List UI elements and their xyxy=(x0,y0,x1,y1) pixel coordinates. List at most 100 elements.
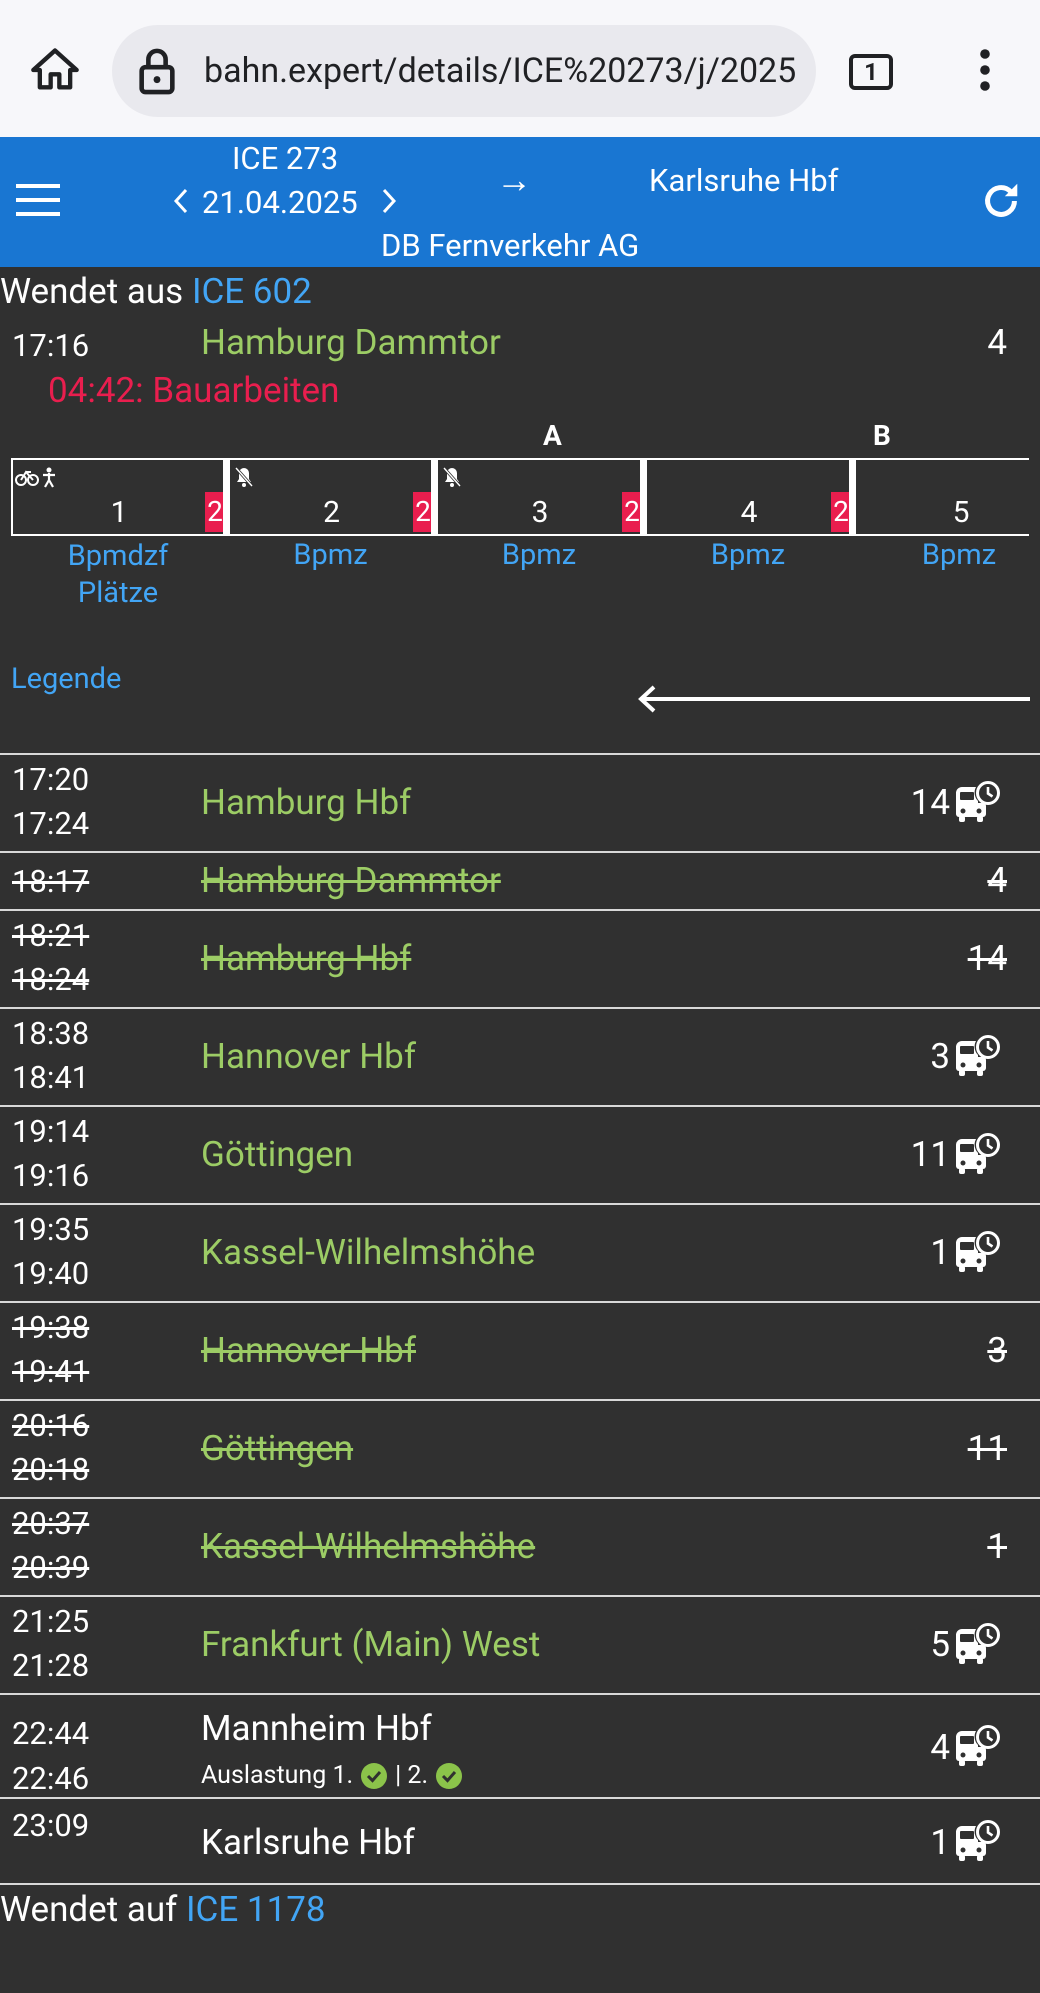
stop-row-karlsruhe[interactable]: 23:09 Karlsruhe Hbf 1 xyxy=(0,1797,1040,1885)
menu-icon[interactable] xyxy=(16,182,62,222)
departure-time: 19:41 xyxy=(12,1353,90,1390)
turn-from-line: Wendet aus ICE 602 xyxy=(0,271,312,312)
stop-row[interactable]: 19:14 19:16 Göttingen 11 xyxy=(0,1105,1040,1203)
bus-schedule-icon[interactable] xyxy=(952,1621,1000,1669)
stop-track: 14 xyxy=(967,938,1007,979)
wagon-1-type[interactable]: Bpmdzf Plätze xyxy=(11,538,225,612)
arrival-time: 23:09 xyxy=(12,1807,90,1844)
stop-station[interactable]: Göttingen xyxy=(201,1428,353,1469)
stop-station[interactable]: Göttingen xyxy=(201,1134,353,1175)
direction-arrow: → xyxy=(496,159,532,201)
bus-schedule-icon[interactable] xyxy=(952,1131,1000,1179)
previous-day-icon[interactable] xyxy=(172,187,190,219)
arrival-time: 22:44 xyxy=(12,1715,90,1752)
home-icon[interactable] xyxy=(27,42,83,98)
stop-station[interactable]: Hamburg Dammtor xyxy=(201,860,501,901)
stop-track: 1 xyxy=(987,1526,1007,1567)
stop-station[interactable]: Hamburg Hbf xyxy=(201,938,411,979)
stop-track: 3 xyxy=(987,1330,1007,1371)
arrival-time: 17:20 xyxy=(12,761,90,798)
departure-time: 19:16 xyxy=(12,1157,90,1194)
stop-row[interactable]: 20:37 20:39 Kassel-Wilhelmshöhe 1 xyxy=(0,1497,1040,1595)
arrival-time: 18:21 xyxy=(12,917,90,954)
occupancy-second-label: | 2. xyxy=(395,1761,429,1790)
origin-track: 4 xyxy=(987,322,1007,363)
quiet-zone-icon xyxy=(234,466,254,492)
delay-message: 04:42: Bauarbeiten xyxy=(48,370,340,411)
stop-track: 1 xyxy=(930,1232,950,1273)
wagon-1-class-badge: 2 xyxy=(205,492,225,532)
bus-schedule-icon[interactable] xyxy=(952,1033,1000,1081)
departure-time: 20:39 xyxy=(12,1549,90,1586)
next-day-icon[interactable] xyxy=(380,187,398,219)
stop-row[interactable]: 20:16 20:18 Göttingen 11 xyxy=(0,1399,1040,1497)
stop-station[interactable]: Karlsruhe Hbf xyxy=(201,1822,415,1863)
stop-row[interactable]: 17:20 17:24 Hamburg Hbf 14 xyxy=(0,753,1040,851)
destination-title: Karlsruhe Hbf xyxy=(649,162,839,199)
departure-time: 20:18 xyxy=(12,1451,90,1488)
arrival-time: 19:14 xyxy=(12,1113,90,1150)
wagon-1-type-label[interactable]: Bpmdzf xyxy=(11,538,225,575)
stop-station[interactable]: Hamburg Hbf xyxy=(201,782,411,823)
wagon-3-type[interactable]: Bpmz xyxy=(436,538,642,572)
tab-switcher-button[interactable]: 1 xyxy=(849,54,893,90)
turn-to-line: Wendet auf ICE 1178 xyxy=(0,1889,326,1930)
stop-row[interactable]: 19:38 19:41 Hannover Hbf 3 xyxy=(0,1301,1040,1399)
wagon-2-number: 2 xyxy=(323,495,340,530)
wagon-5[interactable]: 5 xyxy=(854,458,1029,536)
stop-row[interactable]: 18:38 18:41 Hannover Hbf 3 xyxy=(0,1007,1040,1105)
wagon-2[interactable]: 2 2 xyxy=(228,458,433,536)
wagon-3[interactable]: 3 2 xyxy=(436,458,642,536)
app-bar: ICE 273 21.04.2025 → Karlsruhe Hbf DB Fe… xyxy=(0,137,1040,267)
stop-row[interactable]: 18:21 18:24 Hamburg Hbf 14 xyxy=(0,909,1040,1007)
stop-station[interactable]: Hannover Hbf xyxy=(201,1330,416,1371)
refresh-icon[interactable] xyxy=(978,178,1024,228)
wagon-1[interactable]: 1 2 xyxy=(11,458,225,536)
departure-time: 19:40 xyxy=(12,1255,90,1292)
departure-time: 21:28 xyxy=(12,1647,90,1684)
wagon-4-number: 4 xyxy=(740,495,758,530)
stop-station[interactable]: Hannover Hbf xyxy=(201,1036,416,1077)
stop-track: 14 xyxy=(910,782,950,823)
wagon-2-type[interactable]: Bpmz xyxy=(228,538,433,572)
bus-schedule-icon[interactable] xyxy=(952,1723,1000,1771)
more-menu-icon[interactable] xyxy=(957,42,1013,98)
bus-schedule-icon[interactable] xyxy=(952,1229,1000,1277)
url-text: bahn.expert/details/ICE%20273/j/2025 xyxy=(204,51,797,91)
wagon-5-number: 5 xyxy=(952,495,970,530)
origin-time: 17:16 xyxy=(12,327,90,364)
stop-row-mannheim[interactable]: 22:44 22:46 Mannheim Hbf Auslastung 1. |… xyxy=(0,1693,1040,1797)
wagon-2-class-badge: 2 xyxy=(413,492,433,532)
legend-link[interactable]: Legende xyxy=(11,662,121,696)
departure-time: 22:46 xyxy=(12,1760,90,1797)
wagon-1-number: 1 xyxy=(110,495,128,530)
occupancy-label: Auslastung 1. xyxy=(201,1761,354,1790)
turn-from-train-link[interactable]: ICE 602 xyxy=(192,271,312,312)
stop-station[interactable]: Kassel-Wilhelmshöhe xyxy=(201,1232,535,1273)
departure-time: 18:41 xyxy=(12,1059,90,1096)
wagon-1-seats-link[interactable]: Plätze xyxy=(11,575,225,612)
bus-schedule-icon[interactable] xyxy=(952,1818,1000,1866)
train-name: ICE 273 xyxy=(232,140,339,177)
stop-row[interactable]: 18:17 Hamburg Dammtor 4 xyxy=(0,851,1040,909)
arrival-time: 21:25 xyxy=(12,1603,90,1640)
stop-station[interactable]: Kassel-Wilhelmshöhe xyxy=(201,1526,535,1567)
wagon-5-type[interactable]: Bpmz xyxy=(854,538,1040,572)
check-circle-icon xyxy=(436,1762,463,1789)
arrival-time: 18:38 xyxy=(12,1015,90,1052)
sector-b: B xyxy=(873,419,891,452)
bus-schedule-icon[interactable] xyxy=(952,779,1000,827)
wagon-4-type[interactable]: Bpmz xyxy=(645,538,851,572)
stop-row[interactable]: 19:35 19:40 Kassel-Wilhelmshöhe 1 xyxy=(0,1203,1040,1301)
wagon-3-class-badge: 2 xyxy=(622,492,642,532)
stop-station[interactable]: Frankfurt (Main) West xyxy=(201,1624,540,1665)
wagon-4[interactable]: 4 2 xyxy=(645,458,851,536)
origin-station[interactable]: Hamburg Dammtor xyxy=(201,322,501,363)
lock-icon xyxy=(134,43,180,103)
turn-to-train-link[interactable]: ICE 1178 xyxy=(186,1889,326,1930)
arrival-time: 20:16 xyxy=(12,1407,90,1444)
url-bar[interactable]: bahn.expert/details/ICE%20273/j/2025 xyxy=(112,25,816,117)
stop-track: 4 xyxy=(930,1727,950,1768)
stop-row[interactable]: 21:25 21:28 Frankfurt (Main) West 5 xyxy=(0,1595,1040,1693)
stop-station[interactable]: Mannheim Hbf xyxy=(201,1708,432,1749)
